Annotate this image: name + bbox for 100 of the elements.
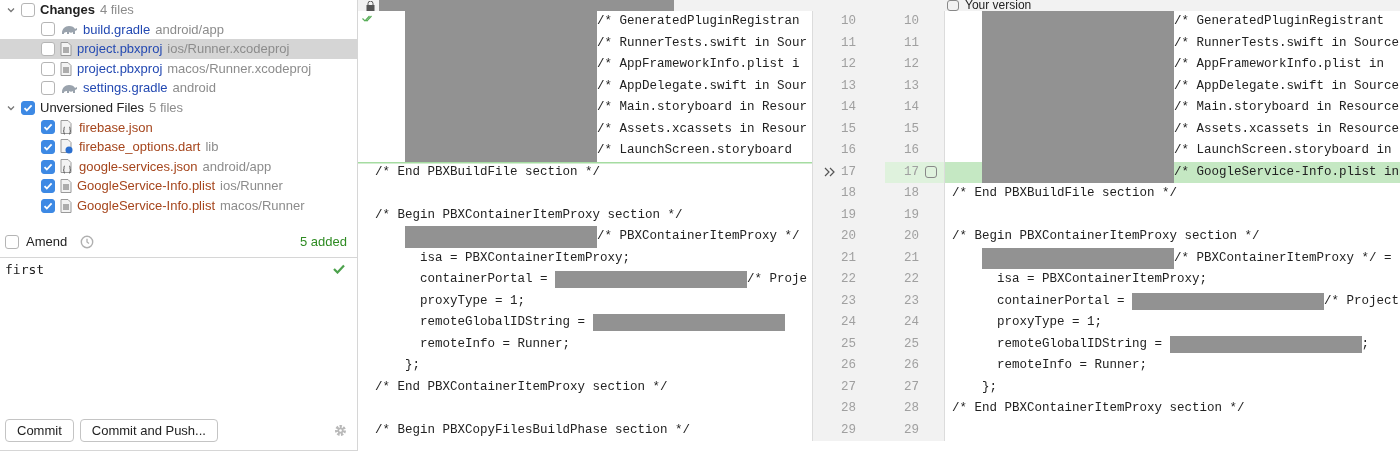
code-line: /* LaunchScreen.storyboard in	[1174, 142, 1392, 159]
line-number: 14	[840, 99, 856, 116]
code-line: /* Proje	[747, 271, 808, 288]
line-number: 19	[840, 206, 856, 224]
code-line: containerPortal =	[419, 271, 549, 288]
commit-message-field[interactable]: first	[5, 260, 45, 280]
file-checkbox[interactable]	[41, 139, 55, 154]
file-path: android/app	[155, 20, 224, 39]
json-file-icon	[60, 119, 74, 135]
elephant-icon	[60, 23, 78, 36]
file-row[interactable]: firebase_options.dart lib	[0, 137, 357, 157]
code-line: /* GeneratedPluginRegistrant	[1174, 13, 1385, 30]
code-line: /* AppFrameworkInfo.plist i	[597, 56, 800, 73]
commit-button[interactable]: Commit	[5, 419, 74, 442]
file-row[interactable]: project.pbxproj ios/Runner.xcodeproj	[0, 39, 357, 59]
file-checkbox[interactable]	[41, 81, 55, 96]
group-label: Changes	[40, 1, 95, 20]
settings-icon[interactable]	[334, 424, 347, 437]
file-row[interactable]: project.pbxproj macos/Runner.xcodeproj	[0, 58, 357, 79]
code-line: /* Main.storyboard in Resource	[1174, 99, 1400, 116]
code-line: remoteInfo = Runner;	[996, 357, 1148, 374]
file-name: build.gradle	[83, 20, 151, 39]
amend-checkbox[interactable]	[5, 234, 19, 249]
file-name: GoogleService-Info.plist	[77, 197, 215, 215]
commit-button[interactable]: Commit and Push...	[79, 419, 218, 442]
file-name: settings.gradle	[83, 79, 168, 98]
code-line: isa = PBXContainerItemProxy;	[419, 249, 631, 267]
file-row[interactable]: firebase.json	[0, 117, 357, 138]
code-line: /* Begin PBXContainerItemProxy section */	[952, 228, 1260, 245]
file-checkbox[interactable]	[41, 42, 55, 56]
file-icon	[60, 61, 72, 76]
code-line: /* Project	[1324, 292, 1400, 310]
code-line: /* End PBXBuildFile section */	[952, 185, 1178, 202]
file-checkbox[interactable]	[41, 159, 55, 174]
code-line: /* Begin PBXCopyFilesBuildPhase section */	[375, 421, 691, 439]
line-number: 12	[903, 56, 919, 73]
line-number: 23	[903, 292, 919, 310]
line-number: 16	[903, 142, 919, 159]
code-line: containerPortal =	[996, 292, 1126, 310]
line-number: 29	[903, 421, 919, 439]
line-number: 27	[903, 378, 919, 396]
line-number: 15	[840, 120, 856, 138]
code-line: /* AppDelegate.swift in Source	[1174, 77, 1400, 95]
line-number: 22	[840, 271, 856, 288]
group-checkbox[interactable]	[21, 100, 35, 115]
code-line: };	[404, 357, 420, 374]
file-row[interactable]: build.gradle android/app	[0, 19, 357, 40]
file-row[interactable]: GoogleService-Info.plist macos/Runner	[0, 195, 357, 216]
line-number: 22	[903, 271, 919, 288]
history-icon[interactable]	[80, 234, 95, 249]
check-icon	[333, 264, 345, 274]
code-line: remoteGlobalIDString =	[419, 314, 587, 331]
code-line: /* End PBXBuildFile section */	[375, 163, 601, 181]
line-number: 18	[840, 185, 856, 202]
version-label: Your version	[965, 0, 1032, 11]
elephant-icon	[60, 82, 78, 95]
line-number: 26	[903, 357, 919, 374]
file-row[interactable]: google-services.json android/app	[0, 156, 357, 177]
line-number: 20	[903, 228, 919, 245]
file-name: firebase_options.dart	[79, 138, 201, 157]
line-number: 28	[903, 400, 919, 417]
file-count: 4 files	[99, 1, 134, 20]
file-checkbox[interactable]	[41, 198, 55, 213]
file-path: ios/Runner.xcodeproj	[167, 40, 290, 59]
code-line: /* End PBXContainerItemProxy section */	[375, 378, 668, 396]
line-number: 28	[840, 400, 856, 417]
line-number: 12	[840, 56, 856, 73]
line-number: 19	[903, 206, 919, 224]
json-file-icon	[60, 159, 74, 175]
code-line: proxyType = 1;	[996, 314, 1103, 331]
dart-file-icon	[60, 139, 74, 155]
file-row[interactable]: GoogleService-Info.plist ios/Runner	[0, 176, 357, 196]
line-number: 20	[840, 228, 856, 245]
version-checkbox[interactable]	[947, 0, 959, 11]
line-number: 13	[840, 77, 856, 95]
code-line: /* PBXContainerItemProxy */ =	[1174, 249, 1392, 267]
file-checkbox[interactable]	[41, 179, 55, 194]
line-number: 21	[903, 249, 919, 267]
line-number: 17	[903, 163, 919, 181]
line-checkbox[interactable]	[925, 166, 937, 179]
file-name: google-services.json	[79, 157, 198, 176]
code-line: };	[981, 378, 997, 396]
file-checkbox[interactable]	[41, 120, 55, 135]
file-row[interactable]: settings.gradle android	[0, 78, 357, 98]
code-line: /* Assets.xcassets in Resource	[1174, 120, 1400, 138]
line-number: 25	[903, 335, 919, 353]
file-path: ios/Runner	[220, 177, 283, 196]
line-number: 11	[840, 34, 856, 52]
code-line: /* RunnerTests.swift in Source	[1174, 34, 1400, 52]
code-line: /* GoogleService-Info.plist in	[1174, 163, 1400, 181]
file-checkbox[interactable]	[41, 22, 55, 37]
group-label: Unversioned Files	[40, 99, 145, 117]
line-number: 11	[903, 34, 919, 52]
group-checkbox[interactable]	[21, 2, 35, 17]
code-line: /* End PBXContainerItemProxy section */	[952, 400, 1245, 417]
changes-summary: 5 added	[300, 232, 347, 251]
line-number: 21	[840, 249, 856, 267]
amend-label: Amend	[26, 232, 68, 251]
code-line: isa = PBXContainerItemProxy;	[996, 271, 1208, 288]
file-checkbox[interactable]	[41, 61, 55, 76]
